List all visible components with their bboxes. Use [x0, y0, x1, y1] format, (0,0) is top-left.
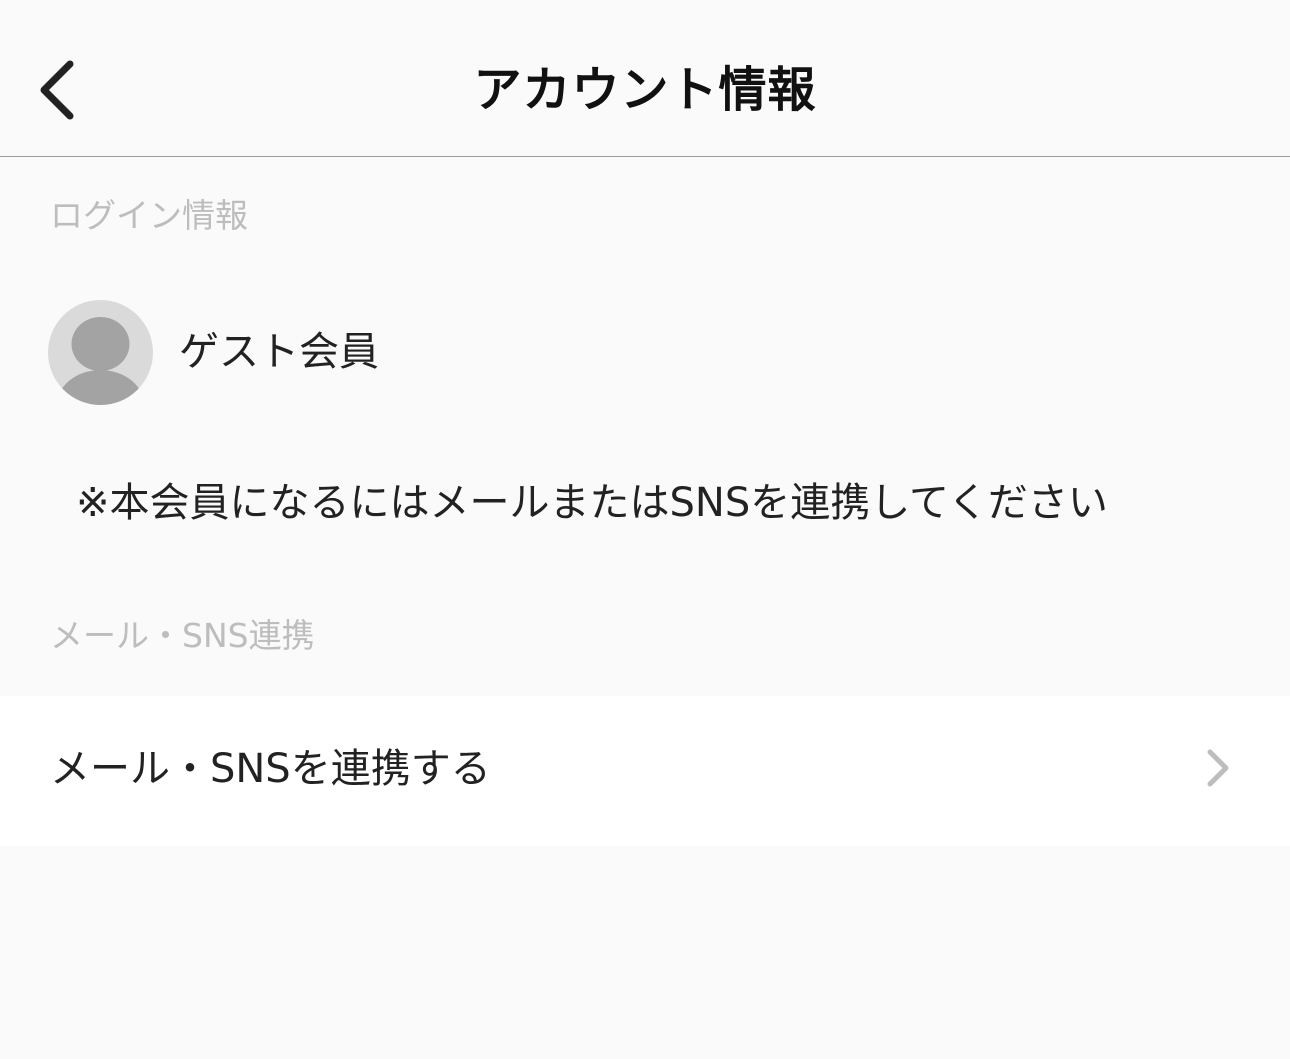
- person-avatar-icon: [56, 316, 145, 405]
- chevron-right-icon: [1198, 746, 1238, 790]
- section-header-sns-link: メール・SNS連携: [50, 616, 315, 655]
- section-header-login-info: ログイン情報: [50, 196, 248, 235]
- link-email-sns-label: メール・SNSを連携する: [50, 746, 491, 792]
- link-email-sns-row[interactable]: メール・SNSを連携する: [0, 696, 1290, 846]
- membership-notice: ※本会員になるにはメールまたはSNSを連携してください: [76, 480, 1108, 526]
- page-title: アカウント情報: [473, 62, 817, 118]
- user-info-row: ゲスト会員: [48, 299, 379, 405]
- user-name: ゲスト会員: [179, 329, 379, 375]
- avatar: [48, 299, 153, 405]
- navigation-bar: アカウント情報: [0, 0, 1290, 157]
